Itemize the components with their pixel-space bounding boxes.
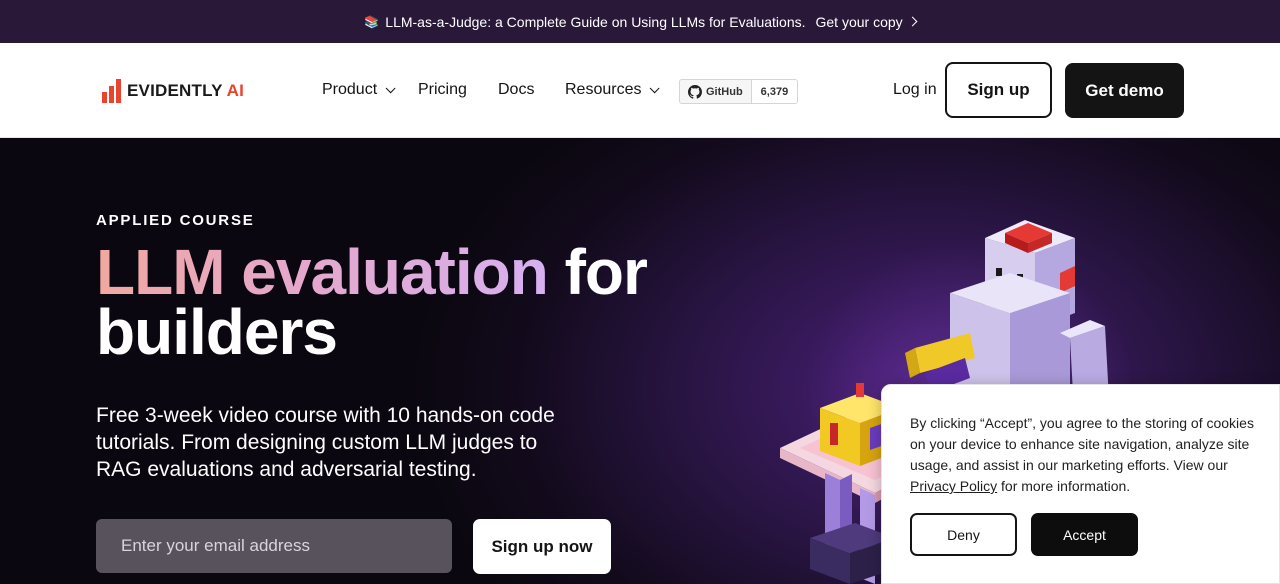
cookie-text-main: By clicking “Accept”, you agree to the s… [910,415,1254,473]
menu-item-product[interactable]: Product [322,81,396,99]
menu-item-label: Resources [565,81,642,98]
chevron-right-icon [907,16,918,27]
get-demo-button[interactable]: Get demo [1065,63,1184,118]
hero-title-rest: for [564,236,648,308]
book-icon: 📚 [364,14,380,29]
github-count-section: 6,379 [751,80,798,103]
chevron-down-icon [385,82,396,93]
privacy-policy-link[interactable]: Privacy Policy [910,478,997,494]
hero-title: LLM evaluation for builders [96,240,716,364]
github-label: GitHub [706,85,743,98]
cookie-text-end: for more information. [1001,478,1131,494]
logo-bars-icon [102,79,121,103]
announcement-text: LLM-as-a-Judge: a Complete Guide on Usin… [385,13,806,30]
menu-item-label: Product [322,81,378,98]
github-label-section: GitHub [680,80,752,103]
navbar: EVIDENTLY AI Product Pricing Docs Resour… [0,43,1280,138]
logo-accent: AI [226,81,245,100]
menu-item-pricing[interactable]: Pricing [418,81,467,99]
signup-button[interactable]: Sign up [945,62,1052,118]
login-link[interactable]: Log in [893,81,937,99]
cookie-deny-button[interactable]: Deny [910,513,1017,556]
menu-item-docs[interactable]: Docs [498,81,534,99]
announcement-cta-label: Get your copy [815,13,903,30]
announcement-cta-link[interactable]: Get your copy [815,13,918,30]
menu-item-label: Pricing [418,81,467,98]
logo-text: EVIDENTLY AI [127,81,244,101]
hero-subtitle: Free 3-week video course with 10 hands-o… [96,404,555,481]
github-stars-button[interactable]: GitHub 6,379 [679,79,799,104]
cookie-accept-button[interactable]: Accept [1031,513,1138,556]
menu-item-resources[interactable]: Resources [565,81,661,99]
github-star-count: 6,379 [760,85,789,98]
announcement-bar: 📚 LLM-as-a-Judge: a Complete Guide on Us… [0,0,1280,43]
signup-now-button[interactable]: Sign up now [473,519,611,574]
hero-title-line2: builders [96,296,338,368]
email-input[interactable]: Enter your email address [96,519,452,573]
cookie-banner: By clicking “Accept”, you agree to the s… [881,384,1280,584]
menu-item-label: Docs [498,81,535,98]
hero-eyebrow: APPLIED COURSE [96,212,255,229]
cookie-text: By clicking “Accept”, you agree to the s… [910,413,1255,497]
chevron-down-icon [650,82,661,93]
logo-link[interactable]: EVIDENTLY AI [102,79,244,103]
github-icon [688,84,702,99]
logo-main: EVIDENTLY [127,81,223,100]
